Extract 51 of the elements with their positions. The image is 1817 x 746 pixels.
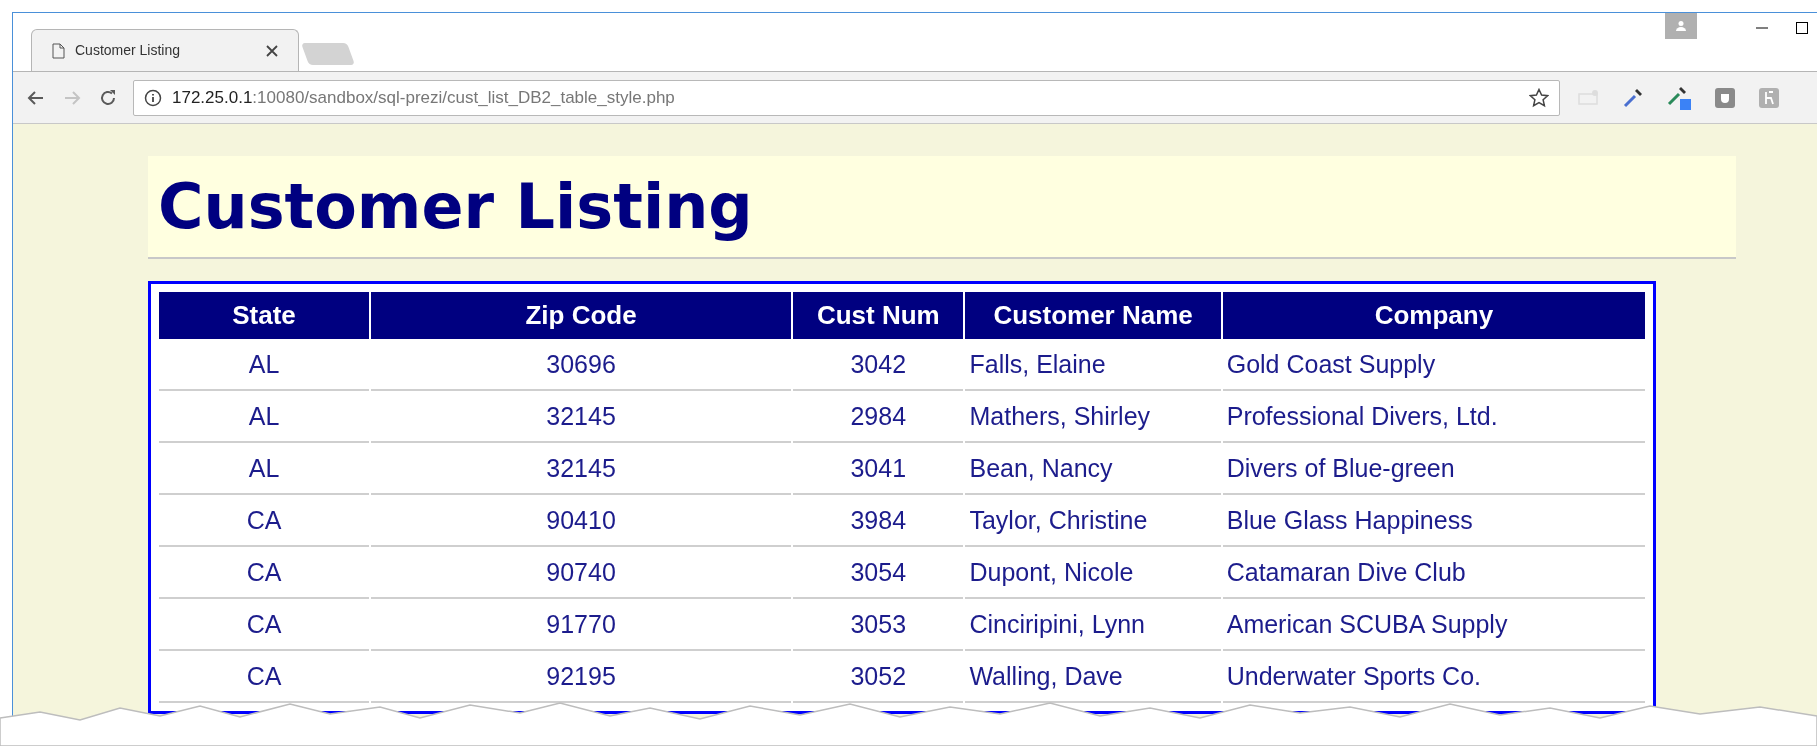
- column-header: State: [159, 292, 370, 339]
- table-cell: Blue Glass Happiness: [1222, 497, 1645, 547]
- maximize-icon: [1796, 22, 1808, 34]
- table-cell: Taylor, Christine: [965, 497, 1221, 547]
- table-cell: Professional Divers, Ltd.: [1222, 393, 1645, 443]
- table-cell: 32145: [371, 393, 792, 443]
- table-cell: Catamaran Dive Club: [1222, 549, 1645, 599]
- table-cell: 90740: [371, 549, 792, 599]
- person-icon: [1675, 20, 1687, 32]
- column-header: Zip Code: [371, 292, 792, 339]
- browser-tab[interactable]: Customer Listing: [31, 29, 299, 71]
- table-cell: AL: [159, 445, 370, 495]
- table-cell: Falls, Elaine: [965, 341, 1221, 391]
- table-cell: Gold Coast Supply: [1222, 341, 1645, 391]
- table-cell: 32145: [371, 445, 792, 495]
- table-cell: American SCUBA Supply: [1222, 601, 1645, 651]
- table-cell: Cinciripini, Lynn: [965, 601, 1221, 651]
- url-text: 172.25.0.1:10080/sandbox/sql-prezi/cust_list_DB2_table_style.php: [172, 86, 675, 109]
- table-cell: 3054: [793, 549, 964, 599]
- close-icon[interactable]: [266, 44, 278, 57]
- table-cell: 2984: [793, 393, 964, 443]
- table-cell: CA: [159, 601, 370, 651]
- table-cell: Dupont, Nicole: [965, 549, 1221, 599]
- table-cell: CA: [159, 497, 370, 547]
- table-cell: 90410: [371, 497, 792, 547]
- column-header: Cust Num: [793, 292, 964, 339]
- table-cell: CA: [159, 549, 370, 599]
- address-bar[interactable]: 172.25.0.1:10080/sandbox/sql-prezi/cust_list_DB2_table_style.php: [133, 79, 1560, 116]
- shield-icon[interactable]: [1714, 86, 1736, 109]
- profile-button[interactable]: [1665, 13, 1697, 39]
- table-cell: AL: [159, 393, 370, 443]
- info-icon: [144, 88, 162, 107]
- tab-title: Customer Listing: [75, 41, 181, 60]
- table-cell: AL: [159, 341, 370, 391]
- eyedropper-icon[interactable]: [1622, 86, 1644, 109]
- table-cell: 30696: [371, 341, 792, 391]
- table-cell: Divers of Blue-green: [1222, 445, 1645, 495]
- star-icon[interactable]: [1529, 87, 1549, 108]
- table-cell: Bean, Nancy: [965, 445, 1221, 495]
- column-header: Customer Name: [965, 292, 1221, 339]
- minimize-icon: [1756, 27, 1768, 29]
- extension-badge-icon[interactable]: [1758, 86, 1780, 109]
- table-cell: Mathers, Shirley: [965, 393, 1221, 443]
- reload-icon: [98, 87, 118, 108]
- table-cell: 91770: [371, 601, 792, 651]
- table-cell: 3042: [793, 341, 964, 391]
- document-icon: [52, 42, 65, 59]
- column-header: Company: [1222, 292, 1645, 339]
- table-cell: 3984: [793, 497, 964, 547]
- table-cell: 3041: [793, 445, 964, 495]
- table-cell: 3053: [793, 601, 964, 651]
